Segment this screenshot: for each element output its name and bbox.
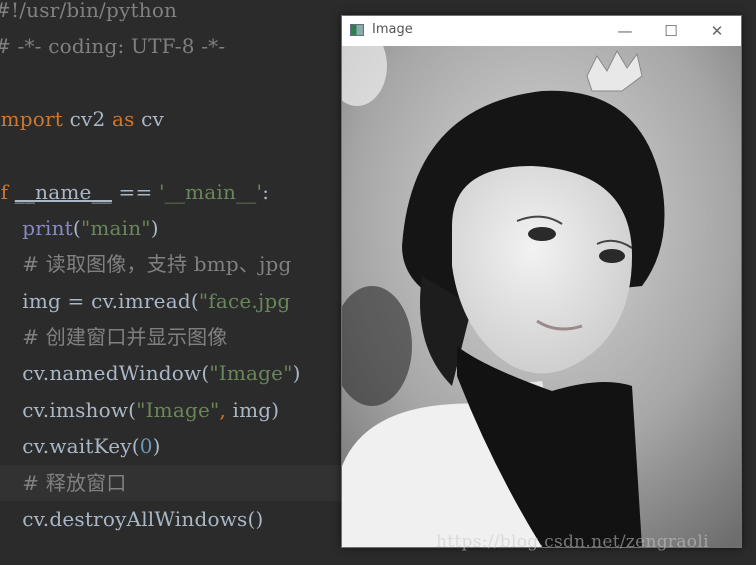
code-token-ident: cv.destroyAllWindows() — [0, 507, 264, 531]
close-button[interactable]: ✕ — [694, 16, 740, 46]
maximize-button[interactable]: ☐ — [648, 16, 694, 46]
right-eye — [599, 249, 625, 263]
code-token-ident: cv2 — [63, 107, 112, 131]
code-line[interactable]: # 创建窗口并显示图像 — [0, 319, 228, 355]
code-token-ident: ) — [292, 361, 301, 385]
code-token-ident — [0, 216, 22, 240]
code-token-str: "Image" — [209, 361, 293, 385]
code-token-comment: #!/usr/bin/python — [0, 0, 178, 22]
code-line[interactable]: cv.waitKey(0) — [0, 428, 161, 464]
window-title: Image — [372, 22, 413, 37]
code-token-str: '__main__' — [159, 180, 263, 204]
code-line[interactable]: cv.imshow("Image", img) — [0, 392, 279, 428]
code-line[interactable]: # -*- coding: UTF-8 -*- — [0, 28, 225, 64]
code-line[interactable]: cv.destroyAllWindows() — [0, 501, 264, 537]
code-token-dunder: __name__ — [14, 180, 112, 204]
code-line[interactable]: #!/usr/bin/python — [0, 0, 177, 28]
code-line[interactable]: # 读取图像，支持 bmp、jpg — [0, 246, 291, 282]
code-token-ident: img = cv.imread( — [0, 289, 199, 313]
minimize-button[interactable]: — — [602, 16, 648, 46]
code-token-comment: # 释放窗口 — [0, 471, 127, 495]
code-token-ident: img) — [232, 398, 280, 422]
code-line[interactable]: import cv2 as cv — [0, 101, 164, 137]
opencv-image-window[interactable]: Image — ☐ ✕ — [341, 15, 742, 548]
code-token-ident: ( — [72, 216, 81, 240]
app-window-icon — [350, 24, 364, 36]
code-line[interactable]: if __name__ == '__main__': — [0, 174, 269, 210]
left-eye — [528, 227, 556, 241]
code-token-str: "main" — [80, 216, 151, 240]
code-token-comment: # -*- coding: UTF-8 -*- — [0, 34, 226, 58]
code-line[interactable]: # 释放窗口 — [0, 465, 341, 501]
displayed-image — [342, 46, 741, 547]
code-token-ident: : — [262, 180, 270, 204]
code-token-num: 0 — [139, 434, 153, 458]
code-token-kw: if — [0, 180, 9, 204]
code-token-kw: , — [219, 398, 233, 422]
window-titlebar[interactable]: Image — ☐ ✕ — [342, 16, 741, 46]
code-token-ident: cv — [134, 107, 165, 131]
code-token-ident: cv.namedWindow( — [0, 361, 210, 385]
code-token-comment: # 读取图像，支持 bmp、jpg — [0, 252, 292, 276]
code-line[interactable]: cv.namedWindow("Image") — [0, 355, 301, 391]
code-line[interactable]: print("main") — [0, 210, 159, 246]
code-token-ident: == — [111, 180, 160, 204]
code-token-ident: cv.waitKey( — [0, 434, 140, 458]
code-token-kw: import — [0, 107, 64, 131]
code-token-kw: as — [111, 107, 135, 131]
code-token-builtin: print — [22, 216, 73, 240]
portrait-photo — [342, 46, 741, 547]
code-token-str: "face.jpg — [198, 289, 291, 313]
code-token-ident: ) — [152, 434, 161, 458]
watermark-text: https://blog.csdn.net/zengraoli — [436, 532, 709, 552]
code-line[interactable]: img = cv.imread("face.jpg — [0, 283, 290, 319]
code-token-ident: cv.imshow( — [0, 398, 137, 422]
code-token-str: "Image" — [136, 398, 220, 422]
code-token-comment: # 创建窗口并显示图像 — [0, 325, 228, 349]
code-token-ident: ) — [150, 216, 159, 240]
